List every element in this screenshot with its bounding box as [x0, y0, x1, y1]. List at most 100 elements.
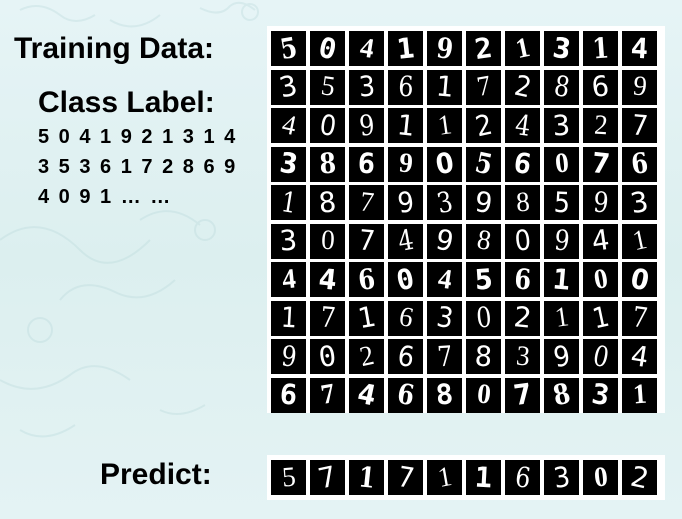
training-digit-image: 0 [466, 377, 501, 413]
predict-digit-image: 1 [466, 460, 501, 495]
digit-glyph: 9 [395, 185, 416, 220]
digit-glyph: 7 [318, 300, 337, 335]
digit-glyph: 9 [591, 185, 610, 220]
digit-glyph: 0 [393, 262, 418, 297]
training-digit-image: 4 [349, 31, 384, 66]
training-digit-image: 9 [583, 185, 618, 220]
training-digit-image: 1 [427, 69, 462, 105]
predict-title: Predict: [100, 458, 212, 491]
digit-glyph: 3 [357, 69, 376, 104]
training-digit-image: 6 [505, 262, 540, 297]
digit-glyph: 0 [475, 378, 492, 411]
digit-glyph: 9 [550, 339, 573, 374]
digit-glyph: 7 [394, 460, 417, 495]
training-digit-image: 3 [544, 31, 579, 66]
digit-glyph: 1 [279, 300, 298, 335]
digit-glyph: 1 [629, 223, 650, 258]
predict-digit-image: 7 [388, 460, 423, 495]
digit-glyph: 0 [316, 339, 339, 374]
digit-glyph: 0 [589, 339, 612, 374]
training-digit-image: 8 [505, 185, 540, 220]
digit-glyph: 8 [473, 339, 494, 373]
training-digit-image: 1 [544, 300, 579, 336]
training-digit-image: 9 [427, 31, 462, 66]
training-digit-image: 5 [544, 185, 579, 220]
training-digit-image: 4 [505, 108, 540, 143]
digit-glyph: 9 [279, 339, 298, 374]
digit-glyph: 3 [627, 185, 651, 220]
training-digit-image: 4 [349, 377, 384, 413]
training-digit-image: 3 [349, 69, 384, 105]
training-digit-image: 0 [388, 262, 423, 297]
training-digit-image: 0 [310, 31, 345, 66]
training-digit-image: 4 [271, 108, 306, 143]
training-digit-image: 9 [544, 223, 579, 259]
digit-glyph: 8 [318, 146, 337, 181]
training-digit-image: 6 [388, 69, 423, 105]
training-digit-image: 3 [271, 69, 306, 105]
digit-glyph: 4 [512, 108, 533, 143]
digit-glyph: 6 [512, 460, 533, 495]
digit-glyph: 1 [512, 31, 533, 65]
training-digit-image: 1 [583, 31, 618, 66]
training-digit-image: 1 [349, 300, 384, 336]
digit-glyph: 1 [278, 185, 299, 220]
digit-glyph: 3 [514, 339, 531, 373]
training-digit-image: 2 [349, 339, 384, 374]
digit-glyph: 4 [317, 262, 339, 297]
digit-glyph: 4 [280, 262, 297, 296]
digit-glyph: 9 [472, 185, 495, 220]
training-digit-image: 9 [466, 185, 501, 220]
training-digit-image: 3 [622, 185, 657, 220]
digit-glyph: 0 [319, 224, 336, 257]
digit-glyph: 6 [397, 69, 414, 104]
training-digit-image: 0 [310, 339, 345, 374]
digit-glyph: 1 [589, 300, 612, 336]
digit-glyph: 6 [628, 146, 650, 181]
digit-glyph: 1 [631, 378, 648, 411]
digit-glyph: 1 [551, 262, 572, 297]
digit-glyph: 7 [358, 185, 375, 219]
training-digit-image: 6 [388, 339, 423, 374]
training-data-title: Training Data: [14, 32, 215, 65]
training-digit-image: 7 [349, 185, 384, 220]
training-digit-image: 3 [427, 185, 462, 220]
training-image-grid: 5041921314353617286940911243273869056076… [267, 26, 665, 413]
digit-glyph: 6 [513, 262, 532, 296]
digit-glyph: 7 [435, 339, 454, 373]
training-digit-image: 9 [427, 223, 462, 259]
digit-glyph: 2 [592, 109, 609, 141]
digit-glyph: 0 [432, 146, 457, 182]
training-digit-image: 7 [466, 69, 501, 105]
training-digit-image: 7 [310, 377, 345, 413]
digit-glyph: 6 [395, 300, 416, 335]
digit-glyph: 0 [316, 108, 339, 143]
digit-glyph: 4 [629, 31, 650, 65]
digit-glyph: 8 [317, 185, 338, 220]
digit-glyph: 6 [356, 146, 377, 181]
digit-glyph: 9 [432, 223, 457, 259]
training-digit-image: 6 [583, 69, 618, 105]
predict-image-strip: 5717116302 [267, 455, 665, 500]
digit-glyph: 2 [472, 108, 495, 143]
training-digit-image: 5 [271, 31, 306, 66]
digit-glyph: 1 [552, 301, 571, 334]
training-digit-image: 6 [271, 377, 306, 413]
digit-glyph: 6 [355, 262, 377, 297]
digit-glyph: 9 [434, 31, 455, 66]
training-digit-image: 8 [466, 223, 501, 259]
training-digit-grid: 5041921314353617286940911243273869056076… [271, 31, 657, 413]
training-digit-image: 4 [310, 262, 345, 297]
digit-glyph: 0 [553, 147, 570, 180]
training-digit-image: 0 [310, 223, 345, 259]
training-digit-image: 0 [427, 146, 462, 182]
training-digit-image: 1 [388, 31, 423, 66]
digit-glyph: 6 [278, 377, 299, 412]
digit-glyph: 9 [397, 147, 414, 180]
digit-glyph: 3 [433, 185, 456, 220]
digit-glyph: 0 [591, 262, 610, 296]
training-digit-image: 7 [622, 108, 657, 143]
digit-glyph: 4 [354, 377, 379, 413]
training-digit-image: 2 [466, 31, 501, 66]
training-digit-image: 6 [349, 146, 384, 182]
